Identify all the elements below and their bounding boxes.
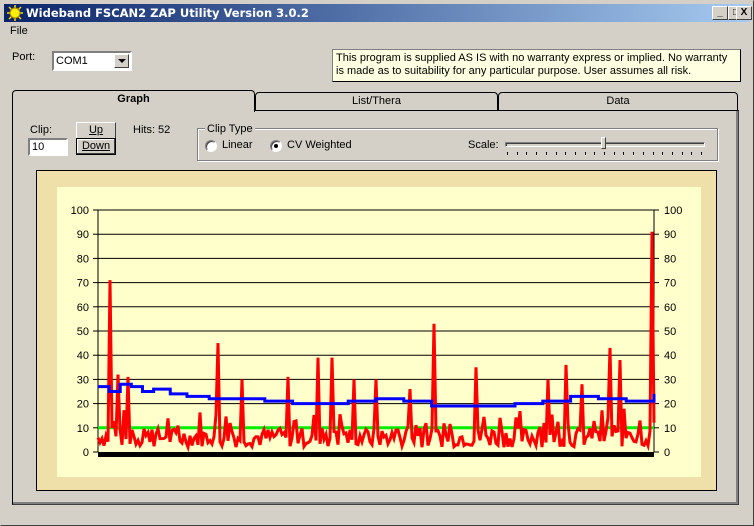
close-button[interactable]: X bbox=[736, 6, 752, 20]
y-tick-label-left: 40 bbox=[77, 350, 89, 362]
scale-tick bbox=[526, 152, 528, 155]
up-button[interactable]: Up bbox=[76, 122, 116, 139]
scale-tick bbox=[507, 152, 508, 155]
y-tick-label-left: 20 bbox=[77, 399, 89, 411]
y-tick-label-left: 50 bbox=[77, 326, 89, 338]
y-tick-label-left: 90 bbox=[77, 229, 89, 241]
scale-tick bbox=[623, 152, 625, 155]
port-value: COM1 bbox=[56, 55, 88, 67]
y-tick-label-left: 10 bbox=[77, 423, 89, 435]
menu-file[interactable]: File bbox=[10, 25, 28, 37]
tab-list-thera[interactable]: List/Thera bbox=[255, 92, 498, 110]
hits-chart: 0 0 10 10 20 20 30 30 40 40 50 50 60 60 70 70 80 80 90 90 10… bbox=[57, 187, 701, 477]
y-tick-label-left: 60 bbox=[77, 302, 89, 314]
y-tick-label-right: 70 bbox=[664, 278, 676, 290]
down-button-label: Down bbox=[81, 140, 111, 152]
y-tick-label-left: 70 bbox=[77, 278, 89, 290]
scale-tick bbox=[652, 152, 654, 155]
window-title: Wideband FSCAN2 ZAP Utility Version 3.0.… bbox=[26, 6, 309, 20]
y-tick-label-right: 40 bbox=[664, 350, 676, 362]
scale-tick bbox=[545, 152, 547, 155]
y-tick-label-right: 100 bbox=[664, 205, 682, 217]
scale-tick bbox=[681, 152, 683, 155]
y-tick-label-right: 90 bbox=[664, 229, 676, 241]
sun-icon bbox=[7, 5, 23, 21]
y-tick-label-right: 10 bbox=[664, 423, 676, 435]
chevron-down-icon[interactable] bbox=[114, 54, 129, 68]
tab-data[interactable]: Data bbox=[498, 92, 738, 110]
scale-tick bbox=[516, 152, 518, 155]
y-tick-label-left: 100 bbox=[71, 205, 89, 217]
clip-label: Clip: bbox=[30, 124, 53, 136]
minimize-button[interactable]: _ bbox=[712, 6, 728, 20]
scale-label: Scale: bbox=[468, 139, 499, 151]
scale-tick bbox=[536, 152, 538, 155]
down-button[interactable]: Down bbox=[76, 138, 116, 155]
hits-count: Hits: 52 bbox=[133, 124, 171, 136]
up-button-label: Up bbox=[88, 124, 104, 136]
scale-tick bbox=[594, 152, 596, 155]
tab-strip: Graph List/Thera Data bbox=[12, 90, 739, 112]
scale-tick bbox=[613, 152, 615, 155]
scale-tick bbox=[555, 152, 557, 155]
scale-tick bbox=[584, 152, 586, 155]
scale-tick bbox=[604, 152, 605, 155]
clip-type-title: Clip Type bbox=[205, 123, 255, 135]
y-tick-label-right: 50 bbox=[664, 326, 676, 338]
chart-frame: 0 0 10 10 20 20 30 30 40 40 50 50 60 60 70 70 80 80 90 90 10… bbox=[36, 170, 717, 491]
y-tick-label-right: 60 bbox=[664, 302, 676, 314]
scale-tick bbox=[701, 152, 702, 155]
port-select[interactable]: COM1 bbox=[52, 51, 132, 71]
disclaimer-box: This program is supplied AS IS with no w… bbox=[332, 49, 741, 82]
scale-tick bbox=[574, 152, 576, 155]
scale-tick bbox=[633, 152, 635, 155]
scale-tick bbox=[662, 152, 664, 155]
scale-tick bbox=[565, 152, 567, 155]
y-tick-label-right: 0 bbox=[664, 447, 670, 459]
y-tick-label-left: 0 bbox=[83, 447, 89, 459]
title-bar[interactable]: Wideband FSCAN2 ZAP Utility Version 3.0.… bbox=[4, 4, 752, 22]
scale-slider-thumb[interactable] bbox=[601, 137, 606, 149]
radio-linear-label[interactable]: Linear bbox=[222, 139, 253, 151]
radio-cv-weighted[interactable] bbox=[270, 140, 282, 152]
clip-input[interactable]: 10 bbox=[28, 138, 68, 156]
x-axis-baseline bbox=[98, 452, 654, 457]
scale-tick bbox=[671, 152, 673, 155]
y-tick-label-left: 80 bbox=[77, 253, 89, 265]
y-tick-label-right: 30 bbox=[664, 374, 676, 386]
tab-graph[interactable]: Graph bbox=[12, 90, 255, 112]
y-tick-label-left: 30 bbox=[77, 374, 89, 386]
scale-tick bbox=[642, 152, 644, 155]
radio-linear[interactable] bbox=[205, 140, 217, 152]
radio-cv-weighted-label[interactable]: CV Weighted bbox=[287, 139, 352, 151]
y-tick-label-right: 80 bbox=[664, 253, 676, 265]
y-tick-label-right: 20 bbox=[664, 399, 676, 411]
scale-tick bbox=[691, 152, 693, 155]
port-label: Port: bbox=[12, 51, 36, 63]
